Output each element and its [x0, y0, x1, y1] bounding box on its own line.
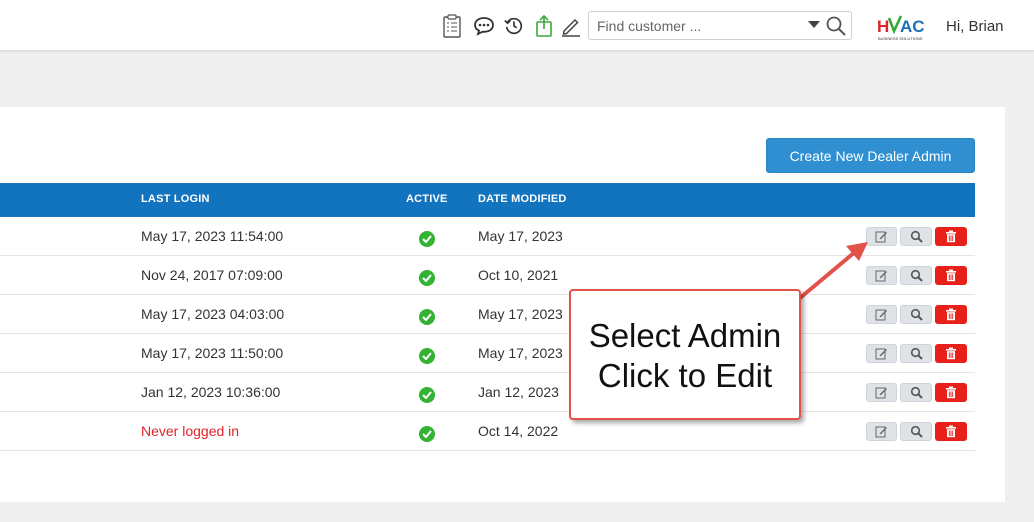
edit-icon: [875, 347, 888, 360]
edit-button[interactable]: [866, 305, 897, 324]
trash-icon: [945, 425, 957, 438]
active-check-icon: [419, 426, 435, 442]
column-header-last-login[interactable]: LAST LOGIN: [141, 193, 210, 205]
edit-icon: [875, 269, 888, 282]
view-button[interactable]: [900, 383, 932, 402]
table-row[interactable]: May 17, 2023 11:50:00 May 17, 2023: [0, 334, 975, 373]
trash-icon: [945, 269, 957, 282]
callout-line-1: Select Admin: [588, 317, 782, 354]
clipboard-icon[interactable]: [441, 14, 463, 38]
view-button[interactable]: [900, 344, 932, 363]
edit-button[interactable]: [866, 266, 897, 285]
table-row[interactable]: Never logged in Oct 14, 2022: [0, 412, 975, 451]
date-modified-cell: May 17, 2023: [478, 228, 563, 244]
edit-button[interactable]: [866, 422, 897, 441]
callout-line-2: Click to Edit: [597, 357, 773, 394]
search-icon: [910, 308, 923, 321]
edit-icon: [875, 230, 888, 243]
chevron-down-icon[interactable]: [808, 21, 820, 28]
last-login-cell: Nov 24, 2017 07:09:00: [141, 267, 283, 283]
svg-text:BUSINESS SOLUTIONS: BUSINESS SOLUTIONS: [878, 36, 923, 41]
user-greeting[interactable]: Hi, Brian: [946, 18, 1004, 35]
date-modified-cell: May 17, 2023: [478, 345, 563, 361]
chat-icon[interactable]: [473, 14, 495, 38]
delete-button[interactable]: [935, 305, 967, 324]
search-icon: [910, 347, 923, 360]
date-modified-cell: Oct 10, 2021: [478, 267, 559, 283]
svg-text:H: H: [877, 17, 889, 36]
date-modified-cell: Oct 14, 2022: [478, 423, 559, 439]
date-modified-cell: May 17, 2023: [478, 306, 563, 322]
delete-button[interactable]: [935, 266, 967, 285]
search-icon: [910, 386, 923, 399]
active-check-icon: [419, 270, 435, 286]
delete-button[interactable]: [935, 227, 967, 246]
delete-button[interactable]: [935, 383, 967, 402]
active-check-icon: [419, 231, 435, 247]
view-button[interactable]: [900, 227, 932, 246]
last-login-cell: Never logged in: [141, 423, 240, 439]
active-check-icon: [419, 309, 435, 325]
trash-icon: [945, 386, 957, 399]
last-login-cell: May 17, 2023 11:54:00: [141, 228, 284, 244]
svg-text:AC: AC: [900, 17, 925, 36]
edit-icon: [875, 308, 888, 321]
last-login-cell: May 17, 2023 11:50:00: [141, 345, 284, 361]
history-icon[interactable]: [503, 14, 525, 38]
edit-pencil-icon[interactable]: [560, 14, 582, 38]
delete-button[interactable]: [935, 344, 967, 363]
edit-button[interactable]: [866, 344, 897, 363]
search-input[interactable]: [597, 16, 793, 36]
customer-search[interactable]: [588, 11, 852, 40]
table-header: LAST LOGIN ACTIVE DATE MODIFIED: [0, 183, 975, 217]
table-row[interactable]: Jan 12, 2023 10:36:00 Jan 12, 2023: [0, 373, 975, 412]
date-modified-cell: Jan 12, 2023: [478, 384, 559, 400]
upload-icon[interactable]: [533, 14, 555, 38]
edit-button[interactable]: [866, 227, 897, 246]
brand-logo[interactable]: H AC BUSINESS SOLUTIONS: [876, 14, 930, 42]
view-button[interactable]: [900, 266, 932, 285]
callout-box: Select Admin Click to Edit: [569, 289, 801, 420]
search-icon: [910, 425, 923, 438]
active-check-icon: [419, 387, 435, 403]
edit-icon: [875, 386, 888, 399]
edit-icon: [875, 425, 888, 438]
create-dealer-admin-button[interactable]: Create New Dealer Admin: [766, 138, 975, 173]
view-button[interactable]: [900, 305, 932, 324]
edit-button[interactable]: [866, 383, 897, 402]
column-header-active[interactable]: ACTIVE: [406, 193, 448, 205]
active-check-icon: [419, 348, 435, 364]
last-login-cell: May 17, 2023 04:03:00: [141, 306, 285, 322]
search-icon[interactable]: [825, 15, 847, 42]
column-header-date-modified[interactable]: DATE MODIFIED: [478, 193, 567, 205]
trash-icon: [945, 347, 957, 360]
delete-button[interactable]: [935, 422, 967, 441]
trash-icon: [945, 308, 957, 321]
view-button[interactable]: [900, 422, 932, 441]
last-login-cell: Jan 12, 2023 10:36:00: [141, 384, 281, 400]
trash-icon: [945, 230, 957, 243]
search-icon: [910, 230, 923, 243]
search-icon: [910, 269, 923, 282]
top-bar: H AC BUSINESS SOLUTIONS Hi, Brian: [0, 0, 1034, 51]
